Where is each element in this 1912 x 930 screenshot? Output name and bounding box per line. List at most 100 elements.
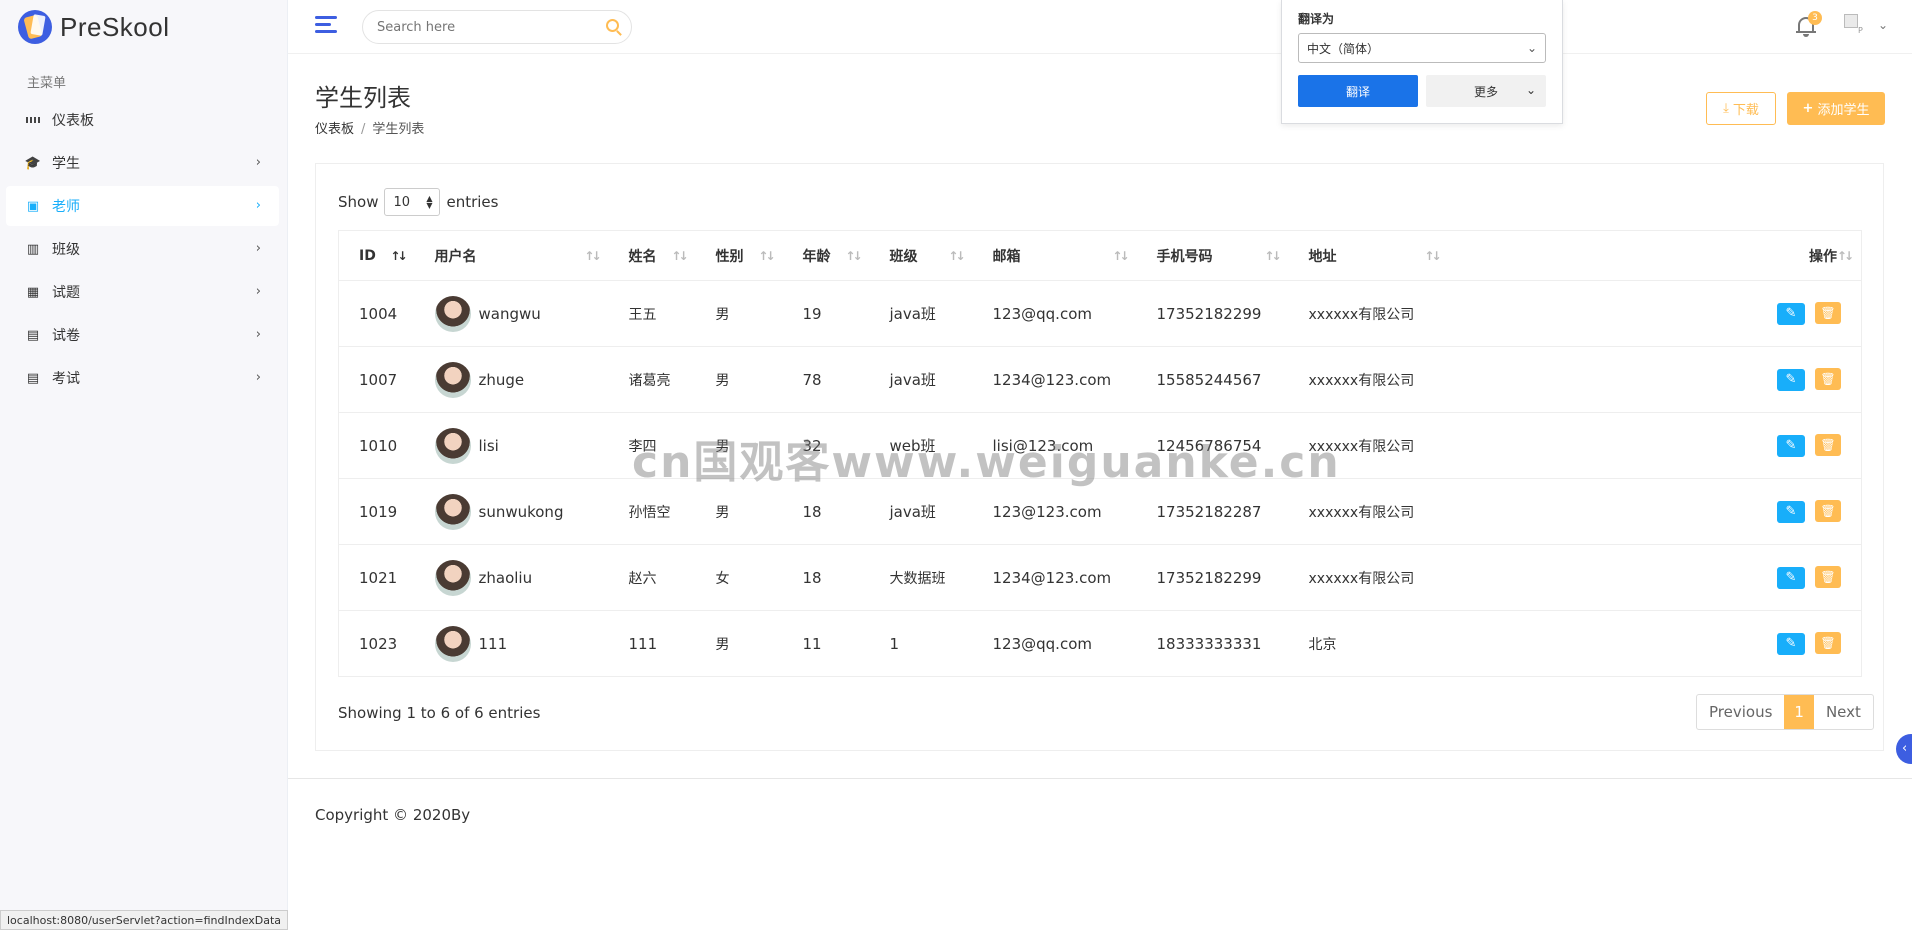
download-label: 下载 [1732, 103, 1759, 118]
cell-phone: 17352182299 [1136, 544, 1289, 611]
sidebar: PreSkool 主菜单 仪表板 🎓 学生 › ▣ 老师 › ▥ 班级 › ▦ … [0, 0, 288, 930]
book-icon: ▦ [26, 284, 40, 300]
search-icon[interactable] [606, 19, 619, 32]
table-row: 1023 111 111 男 11 1 123@qq.com 183333333… [338, 610, 1862, 677]
chevron-down-icon: ⌄ [1525, 83, 1536, 97]
cell-gender: 男 [695, 610, 783, 677]
cell-id: 1019 [338, 478, 415, 545]
cell-name: 111 [608, 610, 696, 677]
breadcrumb-dashboard[interactable]: 仪表板 [315, 122, 354, 137]
student-table: ID ↑↓ 用户名 ↑↓ 姓名 ↑↓ 性别 ↑↓ 年龄 ↑↓ 班级 ↑↓ 邮箱 ↑↓ 手机号码… [338, 230, 1862, 677]
add-student-button[interactable]: + 添加学生 [1787, 92, 1885, 125]
avatar[interactable] [434, 559, 471, 596]
cell-class: 1 [869, 610, 973, 677]
edit-icon[interactable]: ✎ [1777, 303, 1805, 325]
menu-toggle-icon[interactable] [315, 16, 337, 36]
top-header: 3 P ⌄ [288, 0, 1912, 54]
column-header-username[interactable]: 用户名 ↑↓ [415, 231, 609, 281]
cell-username[interactable]: lisi [479, 437, 499, 455]
sidebar-item-label: 试题 [52, 285, 80, 301]
sidebar-item-label: 学生 [52, 156, 80, 172]
user-avatar[interactable]: P [1844, 14, 1866, 40]
add-student-label: 添加学生 [1817, 103, 1870, 118]
sidebar-item-students[interactable]: 🎓 学生 › [6, 143, 279, 183]
column-header-class[interactable]: 班级 ↑↓ [870, 231, 973, 281]
avatar[interactable] [434, 625, 471, 662]
cell-username[interactable]: zhuge [479, 371, 525, 389]
trash-icon[interactable]: 🗑 [1815, 566, 1841, 588]
column-header-address[interactable]: 地址 ↑↓ [1289, 231, 1449, 281]
sidebar-item-label: 试卷 [52, 328, 80, 344]
cell-email: 1234@123.com [972, 544, 1137, 611]
sidebar-item-exams[interactable]: ▤ 考试 › [6, 358, 279, 398]
cell-address: 北京 [1288, 610, 1449, 677]
translate-button[interactable]: 翻译 [1298, 75, 1418, 107]
cell-username[interactable]: wangwu [479, 305, 541, 323]
chevron-right-icon: › [255, 198, 261, 213]
cell-username[interactable]: sunwukong [479, 503, 564, 521]
sidebar-item-questions[interactable]: ▦ 试题 › [6, 272, 279, 312]
notification-bell-icon[interactable]: 3 [1796, 11, 1822, 37]
next-page-button[interactable]: Next [1814, 695, 1873, 729]
sidebar-item-classes[interactable]: ▥ 班级 › [6, 229, 279, 269]
sort-icon: ↑↓ [758, 249, 775, 263]
cell-actions: ✎ 🗑 [1448, 478, 1862, 545]
column-header-age[interactable]: 年龄 ↑↓ [783, 231, 870, 281]
column-header-email[interactable]: 邮箱 ↑↓ [973, 231, 1137, 281]
search-input[interactable] [363, 11, 583, 43]
cell-phone: 17352182287 [1136, 478, 1289, 545]
table-row: 1019 sunwukong 孙悟空 男 18 java班 123@123.co… [338, 478, 1862, 545]
cell-gender: 男 [695, 346, 783, 413]
cell-age: 18 [782, 478, 870, 545]
plus-icon: + [1802, 101, 1814, 116]
avatar[interactable] [434, 361, 471, 398]
chevron-down-icon[interactable]: ⌄ [1878, 18, 1888, 32]
trash-icon[interactable]: 🗑 [1815, 500, 1841, 522]
avatar[interactable] [434, 493, 471, 530]
language-value: 中文（简体） [1307, 41, 1380, 56]
edit-icon[interactable]: ✎ [1777, 501, 1805, 523]
trash-icon[interactable]: 🗑 [1815, 434, 1841, 456]
pagination: Previous 1 Next [1696, 694, 1874, 730]
column-header-actions[interactable]: 操作 ↑↓ [1449, 231, 1862, 281]
trash-icon[interactable]: 🗑 [1815, 302, 1841, 324]
sort-icon: ↑↓ [584, 249, 601, 263]
table-header-row: ID ↑↓ 用户名 ↑↓ 姓名 ↑↓ 性别 ↑↓ 年龄 ↑↓ 班级 ↑↓ 邮箱 ↑↓ 手机号码… [339, 231, 1862, 281]
logo[interactable]: PreSkool [0, 0, 287, 54]
status-bar-url: localhost:8080/userServlet?action=findIn… [0, 910, 289, 930]
more-button[interactable]: 更多 ⌄ [1426, 75, 1546, 107]
trash-icon[interactable]: 🗑 [1815, 632, 1841, 654]
sidebar-item-papers[interactable]: ▤ 试卷 › [6, 315, 279, 355]
cell-gender: 男 [695, 412, 783, 479]
sort-icon: ↑↓ [390, 249, 407, 263]
column-header-gender[interactable]: 性别 ↑↓ [696, 231, 783, 281]
column-header-id[interactable]: ID ↑↓ [339, 231, 415, 281]
edit-icon[interactable]: ✎ [1777, 369, 1805, 391]
column-header-phone[interactable]: 手机号码 ↑↓ [1137, 231, 1289, 281]
edit-icon[interactable]: ✎ [1777, 633, 1805, 655]
trash-icon[interactable]: 🗑 [1815, 368, 1841, 390]
avatar[interactable] [434, 295, 471, 332]
cell-age: 11 [782, 610, 870, 677]
cell-username[interactable]: 111 [479, 635, 508, 653]
sidebar-item-label: 班级 [52, 242, 80, 258]
edit-icon[interactable]: ✎ [1777, 435, 1805, 457]
download-button[interactable]: ⤓ 下载 [1706, 92, 1776, 125]
building-icon: ▥ [26, 241, 40, 257]
cell-address: xxxxxx有限公司 [1288, 280, 1449, 347]
sidebar-item-dashboard[interactable]: 仪表板 [6, 100, 279, 140]
translate-popup: 翻译为 中文（简体） ⌄ 翻译 更多 ⌄ [1281, 0, 1563, 124]
page-button-current[interactable]: 1 [1784, 695, 1814, 729]
page-length-select[interactable]: 10 ▲ ▼ [384, 188, 441, 216]
cell-age: 32 [782, 412, 870, 479]
chevron-left-icon[interactable]: ‹ [1896, 734, 1912, 764]
sort-icon: ↑↓ [1264, 249, 1281, 263]
column-header-name[interactable]: 姓名 ↑↓ [609, 231, 696, 281]
menu-title: 主菜单 [27, 76, 67, 91]
avatar[interactable] [434, 427, 471, 464]
previous-page-button[interactable]: Previous [1697, 695, 1784, 729]
sidebar-item-teachers[interactable]: ▣ 老师 › [6, 186, 279, 226]
cell-username[interactable]: zhaoliu [479, 569, 533, 587]
language-select[interactable]: 中文（简体） ⌄ [1298, 33, 1546, 63]
edit-icon[interactable]: ✎ [1777, 567, 1805, 589]
